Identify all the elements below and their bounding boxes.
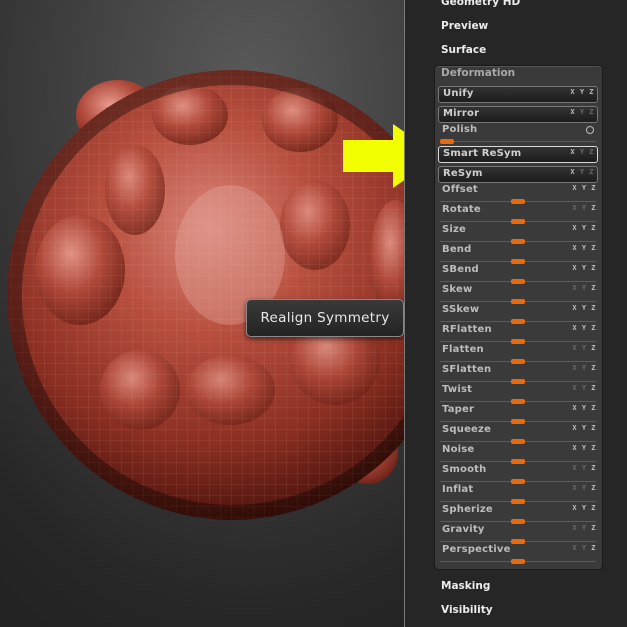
slider-skew[interactable]: Skew X Y Z <box>438 284 598 304</box>
slider-noise[interactable]: Noise X Y Z <box>438 444 598 464</box>
slider-rotate[interactable]: Rotate X Y Z <box>438 204 598 224</box>
polish-slider-track[interactable] <box>440 141 596 142</box>
xyz-axis-toggle[interactable]: X Y Z <box>572 364 596 372</box>
xyz-axis-toggle[interactable]: X Y Z <box>572 384 596 392</box>
slider-label: Squeeze <box>442 424 492 435</box>
unify-button[interactable]: Unify X Y Z <box>438 86 598 103</box>
slider-label: Gravity <box>442 524 485 535</box>
slider-flatten[interactable]: Flatten X Y Z <box>438 344 598 364</box>
xyz-axis-toggle[interactable]: X Y Z <box>572 224 596 232</box>
slider-twist[interactable]: Twist X Y Z <box>438 384 598 404</box>
3d-viewport[interactable]: Realign Symmetry <box>0 0 405 627</box>
xyz-axis-toggle[interactable]: X Y Z <box>572 324 596 332</box>
slider-label: Size <box>442 224 467 235</box>
xyz-axis-toggle[interactable]: X Y Z <box>572 304 596 312</box>
slider-perspective[interactable]: Perspective X Y Z <box>438 544 598 564</box>
slider-size[interactable]: Size X Y Z <box>438 224 598 244</box>
slider-sbend[interactable]: SBend X Y Z <box>438 264 598 284</box>
xyz-axis-toggle[interactable]: X Y Z <box>572 524 596 532</box>
slider-rflatten[interactable]: RFlatten X Y Z <box>438 324 598 344</box>
xyz-axis-toggle[interactable]: X Y Z <box>570 108 594 116</box>
slider-taper[interactable]: Taper X Y Z <box>438 404 598 424</box>
xyz-axis-toggle[interactable]: X Y Z <box>572 284 596 292</box>
slider-label: SFlatten <box>442 364 492 375</box>
slider-label: SSkew <box>442 304 480 315</box>
mirror-button[interactable]: Mirror X Y Z <box>438 106 598 123</box>
slider-thumb[interactable] <box>511 559 525 564</box>
xyz-axis-toggle[interactable]: X Y Z <box>572 444 596 452</box>
xyz-axis-toggle[interactable]: X Y Z <box>572 244 596 252</box>
subpalette-visibility[interactable]: Visibility <box>441 604 493 616</box>
smart-resym-button[interactable]: Smart ReSym X Y Z <box>438 146 598 163</box>
slider-label: Bend <box>442 244 472 255</box>
deformation-panel: Deformation Unify X Y Z Mirror X Y Z Pol… <box>434 65 603 570</box>
polish-slider-thumb[interactable] <box>440 139 454 144</box>
slider-label: Skew <box>442 284 473 295</box>
subpalette-surface[interactable]: Surface <box>441 44 486 56</box>
realign-symmetry-tooltip: Realign Symmetry <box>246 299 404 337</box>
smart-resym-label: Smart ReSym <box>443 148 522 159</box>
slider-label: Spherize <box>442 504 493 515</box>
deformation-title[interactable]: Deformation <box>441 67 515 79</box>
xyz-axis-toggle[interactable]: X Y Z <box>570 88 594 96</box>
resym-label: ReSym <box>443 168 483 179</box>
xyz-axis-toggle[interactable]: X Y Z <box>572 204 596 212</box>
subpalette-geometry-hd[interactable]: Geometry HD <box>441 0 520 8</box>
slider-bend[interactable]: Bend X Y Z <box>438 244 598 264</box>
polish-features-toggle-icon[interactable] <box>586 126 594 134</box>
slider-spherize[interactable]: Spherize X Y Z <box>438 504 598 524</box>
resym-button[interactable]: ReSym X Y Z <box>438 166 598 183</box>
slider-label: Noise <box>442 444 475 455</box>
xyz-axis-toggle[interactable]: X Y Z <box>572 404 596 412</box>
xyz-axis-toggle[interactable]: X Y Z <box>572 484 596 492</box>
slider-squeeze[interactable]: Squeeze X Y Z <box>438 424 598 444</box>
slider-offset[interactable]: Offset X Y Z <box>438 184 598 204</box>
slider-inflat[interactable]: Inflat X Y Z <box>438 484 598 504</box>
slider-label: Offset <box>442 184 478 195</box>
xyz-axis-toggle[interactable]: X Y Z <box>572 184 596 192</box>
slider-label: RFlatten <box>442 324 492 335</box>
xyz-axis-toggle[interactable]: X Y Z <box>572 344 596 352</box>
slider-label: Flatten <box>442 344 484 355</box>
xyz-axis-toggle[interactable]: X Y Z <box>572 424 596 432</box>
slider-label: Inflat <box>442 484 474 495</box>
slider-label: Twist <box>442 384 473 395</box>
slider-label: SBend <box>442 264 479 275</box>
xyz-axis-toggle[interactable]: X Y Z <box>572 464 596 472</box>
xyz-axis-toggle[interactable]: X Y Z <box>570 168 594 176</box>
slider-label: Taper <box>442 404 475 415</box>
xyz-axis-toggle[interactable]: X Y Z <box>572 504 596 512</box>
subpalette-masking[interactable]: Masking <box>441 580 490 592</box>
polish-label: Polish <box>442 124 478 135</box>
polish-slider[interactable]: Polish <box>438 124 598 144</box>
tool-palette: Geometry HD Preview Surface Deformation … <box>404 0 627 627</box>
slider-gravity[interactable]: Gravity X Y Z <box>438 524 598 544</box>
slider-label: Perspective <box>442 544 511 555</box>
xyz-axis-toggle[interactable]: X Y Z <box>572 264 596 272</box>
xyz-axis-toggle[interactable]: X Y Z <box>570 148 594 156</box>
unify-label: Unify <box>443 88 474 99</box>
subpalette-preview[interactable]: Preview <box>441 20 488 32</box>
slider-sskew[interactable]: SSkew X Y Z <box>438 304 598 324</box>
slider-label: Rotate <box>442 204 481 215</box>
slider-sflatten[interactable]: SFlatten X Y Z <box>438 364 598 384</box>
mirror-label: Mirror <box>443 108 480 119</box>
slider-label: Smooth <box>442 464 487 475</box>
slider-smooth[interactable]: Smooth X Y Z <box>438 464 598 484</box>
xyz-axis-toggle[interactable]: X Y Z <box>572 544 596 552</box>
